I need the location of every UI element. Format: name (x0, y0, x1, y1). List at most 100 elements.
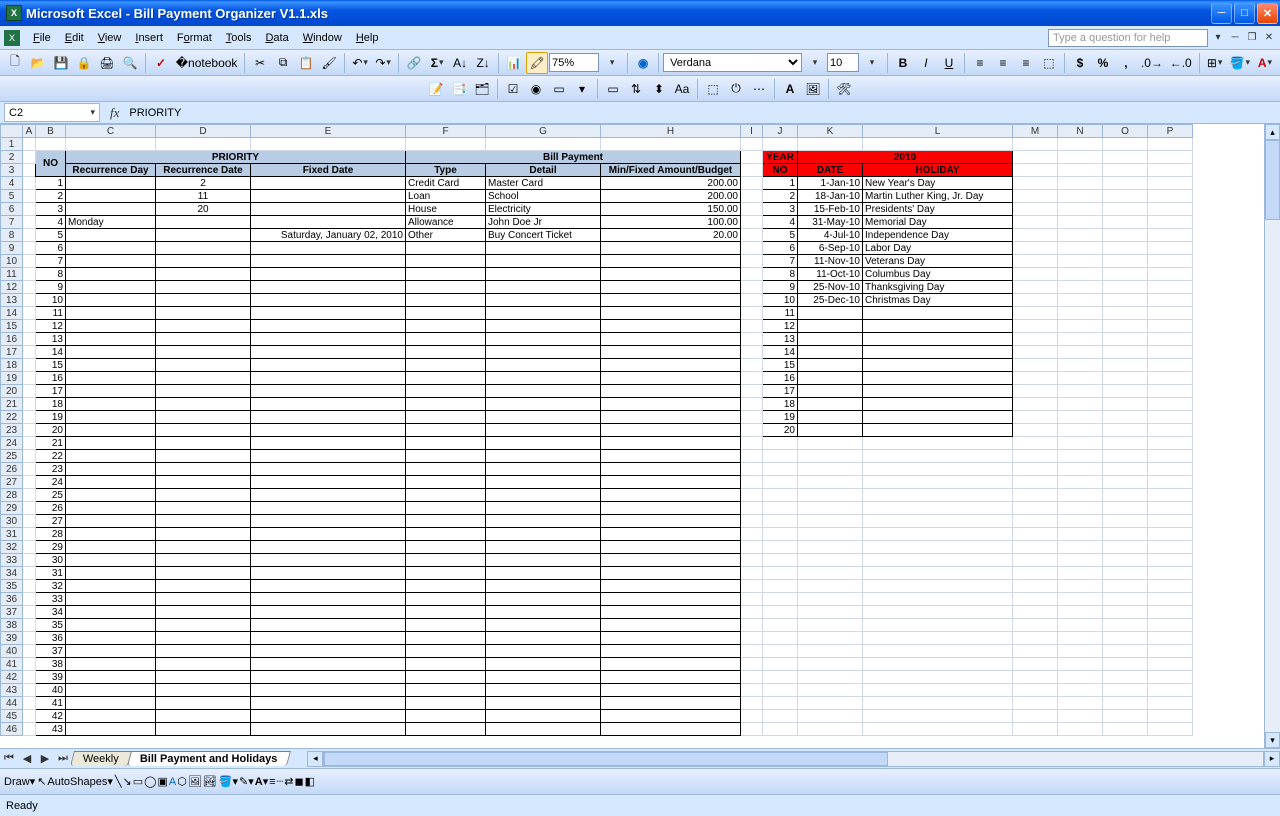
tb2-scrollbar-icon[interactable]: ⬍ (648, 78, 670, 100)
cell-C7[interactable]: Monday (66, 216, 156, 229)
cell-J40[interactable] (763, 645, 798, 658)
cell-C39[interactable] (66, 632, 156, 645)
cell-F16[interactable] (406, 333, 486, 346)
select-objects-icon[interactable]: ↖ (37, 775, 46, 788)
scroll-left-icon[interactable]: ◂ (307, 751, 323, 767)
cell-E19[interactable] (251, 372, 406, 385)
cell-E15[interactable] (251, 320, 406, 333)
cell-M9[interactable] (1013, 242, 1058, 255)
cell-H39[interactable] (601, 632, 741, 645)
research-icon[interactable]: �notebook (173, 52, 240, 74)
cell-H18[interactable] (601, 359, 741, 372)
cell-L5[interactable]: Martin Luther King, Jr. Day (863, 190, 1013, 203)
diagram-icon[interactable]: ⬡ (177, 775, 187, 788)
cell-K36[interactable] (798, 593, 863, 606)
cell-A17[interactable] (23, 346, 36, 359)
cell-M28[interactable] (1013, 489, 1058, 502)
row-header-21[interactable]: 21 (1, 398, 23, 411)
row-header-25[interactable]: 25 (1, 450, 23, 463)
cell-J13[interactable]: 10 (763, 294, 798, 307)
cell-E29[interactable] (251, 502, 406, 515)
cell-P16[interactable] (1148, 333, 1193, 346)
cell-O44[interactable] (1103, 697, 1148, 710)
cell-I43[interactable] (741, 684, 763, 697)
cell-J29[interactable] (763, 502, 798, 515)
cell-O23[interactable] (1103, 424, 1148, 437)
row-header-1[interactable]: 1 (1, 138, 23, 151)
cell-A20[interactable] (23, 385, 36, 398)
cell-L34[interactable] (863, 567, 1013, 580)
horizontal-scrollbar[interactable]: ◂ ▸ (307, 751, 1280, 767)
cell-O38[interactable] (1103, 619, 1148, 632)
line-color-icon[interactable]: ✎▾ (239, 775, 254, 788)
cell-E39[interactable] (251, 632, 406, 645)
row-header-3[interactable]: 3 (1, 164, 23, 177)
cell-N37[interactable] (1058, 606, 1103, 619)
cell-D23[interactable] (156, 424, 251, 437)
cell-I5[interactable] (741, 190, 763, 203)
cell-H31[interactable] (601, 528, 741, 541)
cell-K11[interactable]: 11-Oct-10 (798, 268, 863, 281)
cell-H6[interactable]: 150.00 (601, 203, 741, 216)
col-header-E[interactable]: E (251, 125, 406, 138)
cell-L39[interactable] (863, 632, 1013, 645)
cell-H44[interactable] (601, 697, 741, 710)
cell-E37[interactable] (251, 606, 406, 619)
cell-K19[interactable] (798, 372, 863, 385)
cell-N26[interactable] (1058, 463, 1103, 476)
chart-wizard-icon[interactable]: 📊 (503, 52, 525, 74)
cell-G15[interactable] (486, 320, 601, 333)
cell-K2[interactable]: 2010 (798, 151, 1013, 164)
cell-I29[interactable] (741, 502, 763, 515)
cell-O22[interactable] (1103, 411, 1148, 424)
cell-G36[interactable] (486, 593, 601, 606)
cell-K25[interactable] (798, 450, 863, 463)
worksheet-grid[interactable]: ABCDEFGHIJKLMNOP12NOPRIORITYBill Payment… (0, 124, 1280, 748)
cell-J1[interactable] (763, 138, 798, 151)
cell-J5[interactable]: 2 (763, 190, 798, 203)
cell-H8[interactable]: 20.00 (601, 229, 741, 242)
cell-M7[interactable] (1013, 216, 1058, 229)
cell-A39[interactable] (23, 632, 36, 645)
cell-M16[interactable] (1013, 333, 1058, 346)
cell-O10[interactable] (1103, 255, 1148, 268)
cell-D44[interactable] (156, 697, 251, 710)
cell-I20[interactable] (741, 385, 763, 398)
tb2-text-icon[interactable]: A (779, 78, 801, 100)
row-header-33[interactable]: 33 (1, 554, 23, 567)
font-dropdown-icon[interactable]: ▾ (804, 52, 826, 74)
cell-A7[interactable] (23, 216, 36, 229)
cell-P45[interactable] (1148, 710, 1193, 723)
cell-A30[interactable] (23, 515, 36, 528)
cell-G30[interactable] (486, 515, 601, 528)
cell-J14[interactable]: 11 (763, 307, 798, 320)
cell-B5[interactable]: 2 (36, 190, 66, 203)
cell-J8[interactable]: 5 (763, 229, 798, 242)
cell-M33[interactable] (1013, 554, 1058, 567)
cell-B33[interactable]: 30 (36, 554, 66, 567)
cell-J20[interactable]: 17 (763, 385, 798, 398)
cell-M4[interactable] (1013, 177, 1058, 190)
cell-M15[interactable] (1013, 320, 1058, 333)
cell-A9[interactable] (23, 242, 36, 255)
cell-G14[interactable] (486, 307, 601, 320)
cell-K3[interactable]: DATE (798, 164, 863, 177)
cell-A14[interactable] (23, 307, 36, 320)
help-dropdown-icon[interactable]: ▾ (1211, 31, 1225, 45)
cell-N41[interactable] (1058, 658, 1103, 671)
cell-H17[interactable] (601, 346, 741, 359)
cell-J11[interactable]: 8 (763, 268, 798, 281)
cell-E9[interactable] (251, 242, 406, 255)
cell-I23[interactable] (741, 424, 763, 437)
cell-O12[interactable] (1103, 281, 1148, 294)
row-header-39[interactable]: 39 (1, 632, 23, 645)
cell-A1[interactable] (23, 138, 36, 151)
cell-F15[interactable] (406, 320, 486, 333)
wordart-icon[interactable]: A (169, 776, 176, 788)
cell-J10[interactable]: 7 (763, 255, 798, 268)
cell-P37[interactable] (1148, 606, 1193, 619)
decrease-decimal-icon[interactable]: ←.0 (1167, 52, 1195, 74)
cell-A28[interactable] (23, 489, 36, 502)
cell-F21[interactable] (406, 398, 486, 411)
cell-A15[interactable] (23, 320, 36, 333)
